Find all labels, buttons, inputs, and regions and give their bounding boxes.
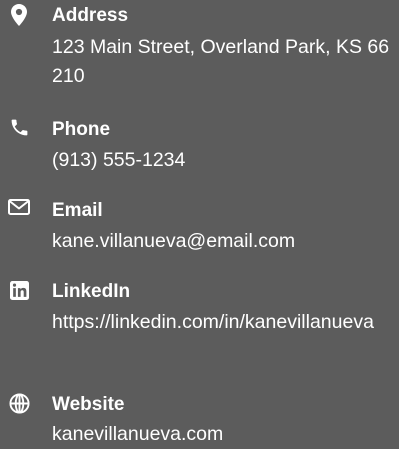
- envelope-icon: [8, 196, 30, 218]
- email-link[interactable]: kane.villanueva@email.com: [52, 227, 398, 256]
- website-label: Website: [52, 394, 125, 415]
- email-label: Email: [52, 200, 103, 221]
- linkedin-link[interactable]: https://linkedin.com/in/kanevillanueva: [52, 308, 398, 337]
- address-value: 123 Main Street, Overland Park, KS 66210: [52, 36, 390, 87]
- linkedin-icon: [8, 279, 30, 301]
- globe-icon: [8, 392, 30, 414]
- phone-icon: [8, 116, 30, 138]
- phone-link[interactable]: (913) 555-1234: [52, 146, 398, 175]
- address-label: Address: [52, 5, 129, 26]
- website-link[interactable]: kanevillanueva.com: [52, 420, 398, 449]
- map-marker-icon: [8, 4, 30, 26]
- phone-label: Phone: [52, 119, 111, 140]
- linkedin-label: LinkedIn: [52, 281, 131, 302]
